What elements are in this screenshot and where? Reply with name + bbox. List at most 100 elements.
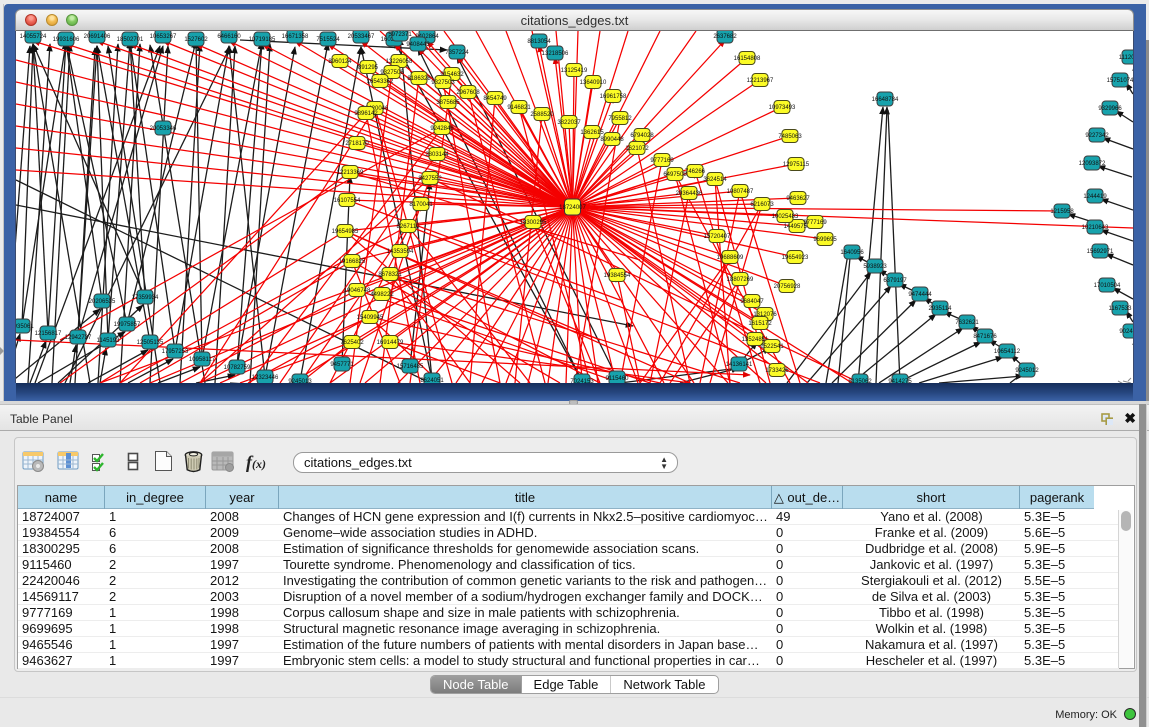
svg-text:13218506: 13218506	[542, 51, 569, 57]
svg-text:16648784: 16648784	[872, 97, 899, 103]
svg-text:19384554: 19384554	[604, 273, 631, 279]
svg-text:1244419: 1244419	[1083, 194, 1107, 200]
svg-text:8678321: 8678321	[378, 272, 402, 278]
svg-text:16154808: 16154808	[734, 56, 761, 62]
svg-text:9242848: 9242848	[430, 126, 454, 132]
svg-text:16961758: 16961758	[600, 94, 627, 100]
svg-text:4498222: 4498222	[370, 292, 394, 298]
svg-text:10782759: 10782759	[224, 365, 251, 371]
svg-text:7515524: 7515524	[316, 37, 340, 43]
svg-text:1215958: 1215958	[1050, 209, 1074, 215]
svg-text:13226058: 13226058	[386, 59, 413, 65]
svg-text:9463627: 9463627	[786, 196, 810, 202]
svg-text:8267110: 8267110	[397, 224, 421, 230]
svg-text:9024507: 9024507	[1119, 329, 1133, 335]
svg-text:19931606: 19931606	[53, 37, 80, 43]
svg-text:8427552: 8427552	[418, 176, 442, 182]
svg-text:19975857: 19975857	[114, 322, 141, 328]
svg-text:8990448: 8990448	[600, 137, 624, 143]
svg-text:15716485: 15716485	[397, 364, 424, 370]
svg-text:9896142: 9896142	[354, 111, 378, 117]
svg-text:2637682: 2637682	[713, 34, 737, 40]
svg-text:17010504: 17010504	[1094, 283, 1121, 289]
svg-text:7357224: 7357224	[445, 50, 469, 56]
svg-text:9699695: 9699695	[813, 237, 837, 243]
svg-text:8471676: 8471676	[973, 334, 997, 340]
svg-text:20533467: 20533467	[348, 34, 375, 40]
svg-text:1621072: 1621072	[625, 146, 649, 152]
svg-text:17957253: 17957253	[162, 349, 189, 355]
svg-text:3875685: 3875685	[436, 100, 460, 106]
svg-text:9474444: 9474444	[908, 292, 932, 298]
svg-text:16671358: 16671358	[282, 34, 309, 40]
svg-text:2588520: 2588520	[530, 112, 554, 118]
svg-text:10210643: 10210643	[1082, 225, 1109, 231]
svg-text:19654923: 19654923	[782, 255, 809, 261]
svg-text:10973493: 10973493	[769, 105, 796, 111]
svg-text:746266: 746266	[685, 169, 706, 175]
svg-text:15720407: 15720407	[704, 234, 731, 240]
svg-text:9245012: 9245012	[1015, 368, 1039, 374]
svg-text:19166825: 19166825	[339, 259, 366, 265]
svg-text:9115460: 9115460	[606, 376, 630, 382]
svg-text:20756928: 20756928	[774, 284, 801, 290]
svg-text:1527602: 1527602	[184, 37, 208, 43]
svg-text:14353594: 14353594	[387, 249, 414, 255]
svg-text:12213369: 12213369	[337, 170, 364, 176]
svg-text:15751074: 15751074	[1107, 78, 1133, 84]
svg-text:14055724: 14055724	[20, 34, 47, 40]
svg-text:18724007: 18724007	[559, 205, 586, 211]
svg-text:3822037: 3822037	[557, 120, 581, 126]
svg-text:2522541: 2522541	[760, 344, 784, 350]
svg-text:14136141: 14136141	[726, 362, 753, 368]
svg-text:20053346: 20053346	[150, 126, 177, 132]
svg-text:20206535: 20206535	[89, 299, 116, 305]
svg-text:7485063: 7485063	[778, 134, 802, 140]
svg-text:20691406: 20691406	[84, 34, 111, 40]
svg-text:9227342: 9227342	[1085, 133, 1109, 139]
svg-text:12213967: 12213967	[747, 78, 774, 84]
svg-text:19654985: 19654985	[332, 229, 359, 235]
svg-text:13640910: 13640910	[580, 80, 607, 86]
svg-text:1145193: 1145193	[97, 338, 121, 344]
svg-text:12975115: 12975115	[783, 162, 810, 168]
svg-text:8454749: 8454749	[483, 96, 507, 102]
svg-text:1733426: 1733426	[765, 368, 789, 374]
svg-text:8170041: 8170041	[409, 202, 433, 208]
svg-text:12093872: 12093872	[1079, 161, 1106, 167]
svg-text:10958117: 10958117	[189, 357, 216, 363]
svg-text:1167533: 1167533	[1109, 306, 1133, 312]
svg-text:12942737: 12942737	[65, 335, 92, 341]
svg-text:16543362: 16543362	[367, 79, 394, 85]
svg-text:7955812: 7955812	[608, 116, 632, 122]
svg-text:16107554: 16107554	[334, 198, 361, 204]
svg-text:2967608: 2967608	[456, 90, 480, 96]
svg-text:6466160: 6466160	[217, 34, 241, 40]
svg-text:1112083: 1112083	[1119, 55, 1133, 61]
svg-text:13125419: 13125419	[561, 68, 588, 74]
svg-text:9457771: 9457771	[330, 362, 354, 368]
svg-text:9327503: 9327503	[431, 80, 455, 86]
svg-text:1615172: 1615172	[748, 321, 772, 327]
svg-text:8813054: 8813054	[527, 39, 551, 45]
svg-text:891295: 891295	[358, 65, 379, 71]
svg-text:1640956: 1640956	[840, 250, 864, 256]
svg-text:3624514: 3624514	[703, 177, 727, 183]
svg-text:19046748: 19046748	[344, 288, 371, 294]
svg-text:7632621: 7632621	[955, 320, 979, 326]
svg-text:18300295: 18300295	[520, 220, 547, 226]
svg-text:9777169: 9777169	[803, 220, 827, 226]
svg-text:2718170: 2718170	[345, 141, 369, 147]
svg-text:6216073: 6216073	[750, 202, 774, 208]
svg-text:8960124: 8960124	[328, 59, 352, 65]
svg-text:20364436: 20364436	[676, 191, 703, 197]
svg-text:9935061: 9935061	[16, 324, 34, 330]
svg-text:15692971: 15692971	[1087, 249, 1114, 255]
svg-text:1362615: 1362615	[580, 130, 604, 136]
svg-text:10025483: 10025483	[772, 214, 799, 220]
svg-text:9684047: 9684047	[740, 299, 764, 305]
svg-text:16914479: 16914479	[377, 340, 404, 346]
svg-text:10688609: 10688609	[717, 255, 744, 261]
svg-text:12156817: 12156817	[35, 331, 62, 337]
svg-text:2935114: 2935114	[929, 306, 953, 312]
